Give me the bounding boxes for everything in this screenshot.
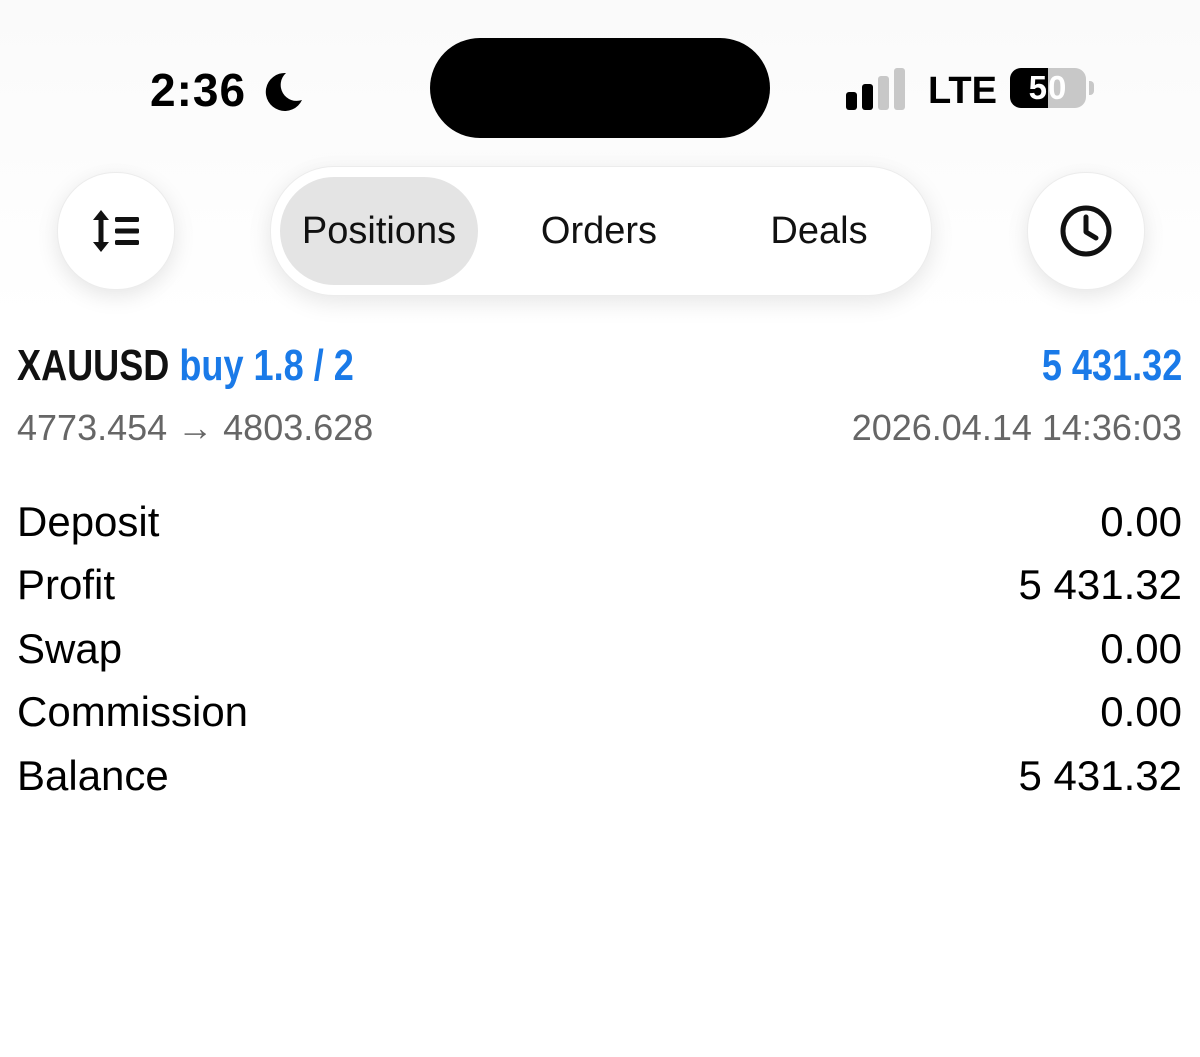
detail-row-commission: Commission 0.00 bbox=[17, 681, 1182, 745]
deal-title[interactable]: XAUUSD buy 1.8 / 2 bbox=[17, 338, 354, 394]
trade-history-screen: 2:36 LTE 50 Positions Orders Deals XAUUS… bbox=[0, 0, 1200, 1057]
signal-icon bbox=[846, 68, 905, 110]
moon-icon bbox=[265, 72, 302, 111]
network-type: LTE bbox=[928, 70, 997, 112]
battery-level: 50 bbox=[1028, 69, 1068, 106]
deal-details: Deposit 0.00 Profit 5 431.32 Swap 0.00 C… bbox=[17, 490, 1182, 808]
status-time: 2:36 bbox=[150, 64, 247, 116]
detail-row-balance: Balance 5 431.32 bbox=[17, 744, 1182, 808]
detail-value: 0.00 bbox=[1100, 497, 1182, 545]
tab-switcher: Positions Orders Deals bbox=[270, 166, 932, 296]
clock-icon bbox=[1060, 205, 1112, 257]
dynamic-island bbox=[430, 38, 770, 138]
detail-label: Balance bbox=[17, 751, 169, 799]
detail-value: 5 431.32 bbox=[1018, 751, 1183, 799]
deal-timestamp: 2026.04.14 14:36:03 bbox=[851, 407, 1182, 448]
detail-value: 0.00 bbox=[1100, 688, 1182, 736]
detail-label: Commission bbox=[17, 688, 249, 736]
tab-orders[interactable]: Orders bbox=[499, 177, 699, 285]
detail-row-profit: Profit 5 431.32 bbox=[17, 554, 1182, 618]
detail-label: Profit bbox=[17, 561, 116, 609]
deal-direction: buy 1.8 / 2 bbox=[179, 341, 354, 390]
deal-prices: 4773.454 → 4803.628 bbox=[17, 407, 374, 448]
detail-label: Swap bbox=[17, 624, 123, 672]
detail-value: 5 431.32 bbox=[1018, 561, 1183, 609]
deal-symbol: XAUUSD bbox=[17, 341, 170, 390]
history-button[interactable] bbox=[1027, 172, 1145, 290]
detail-row-swap: Swap 0.00 bbox=[17, 617, 1182, 681]
tab-positions[interactable]: Positions bbox=[280, 177, 478, 285]
deal-profit: 5 431.32 bbox=[1041, 341, 1182, 390]
battery-icon: 50 bbox=[1010, 68, 1086, 108]
tab-deals[interactable]: Deals bbox=[719, 177, 919, 285]
sort-icon bbox=[93, 210, 139, 252]
detail-row-deposit: Deposit 0.00 bbox=[17, 490, 1182, 554]
detail-value: 0.00 bbox=[1100, 624, 1182, 672]
detail-label: Deposit bbox=[17, 497, 160, 545]
sort-button[interactable] bbox=[57, 172, 175, 290]
battery-tip bbox=[1089, 81, 1094, 95]
